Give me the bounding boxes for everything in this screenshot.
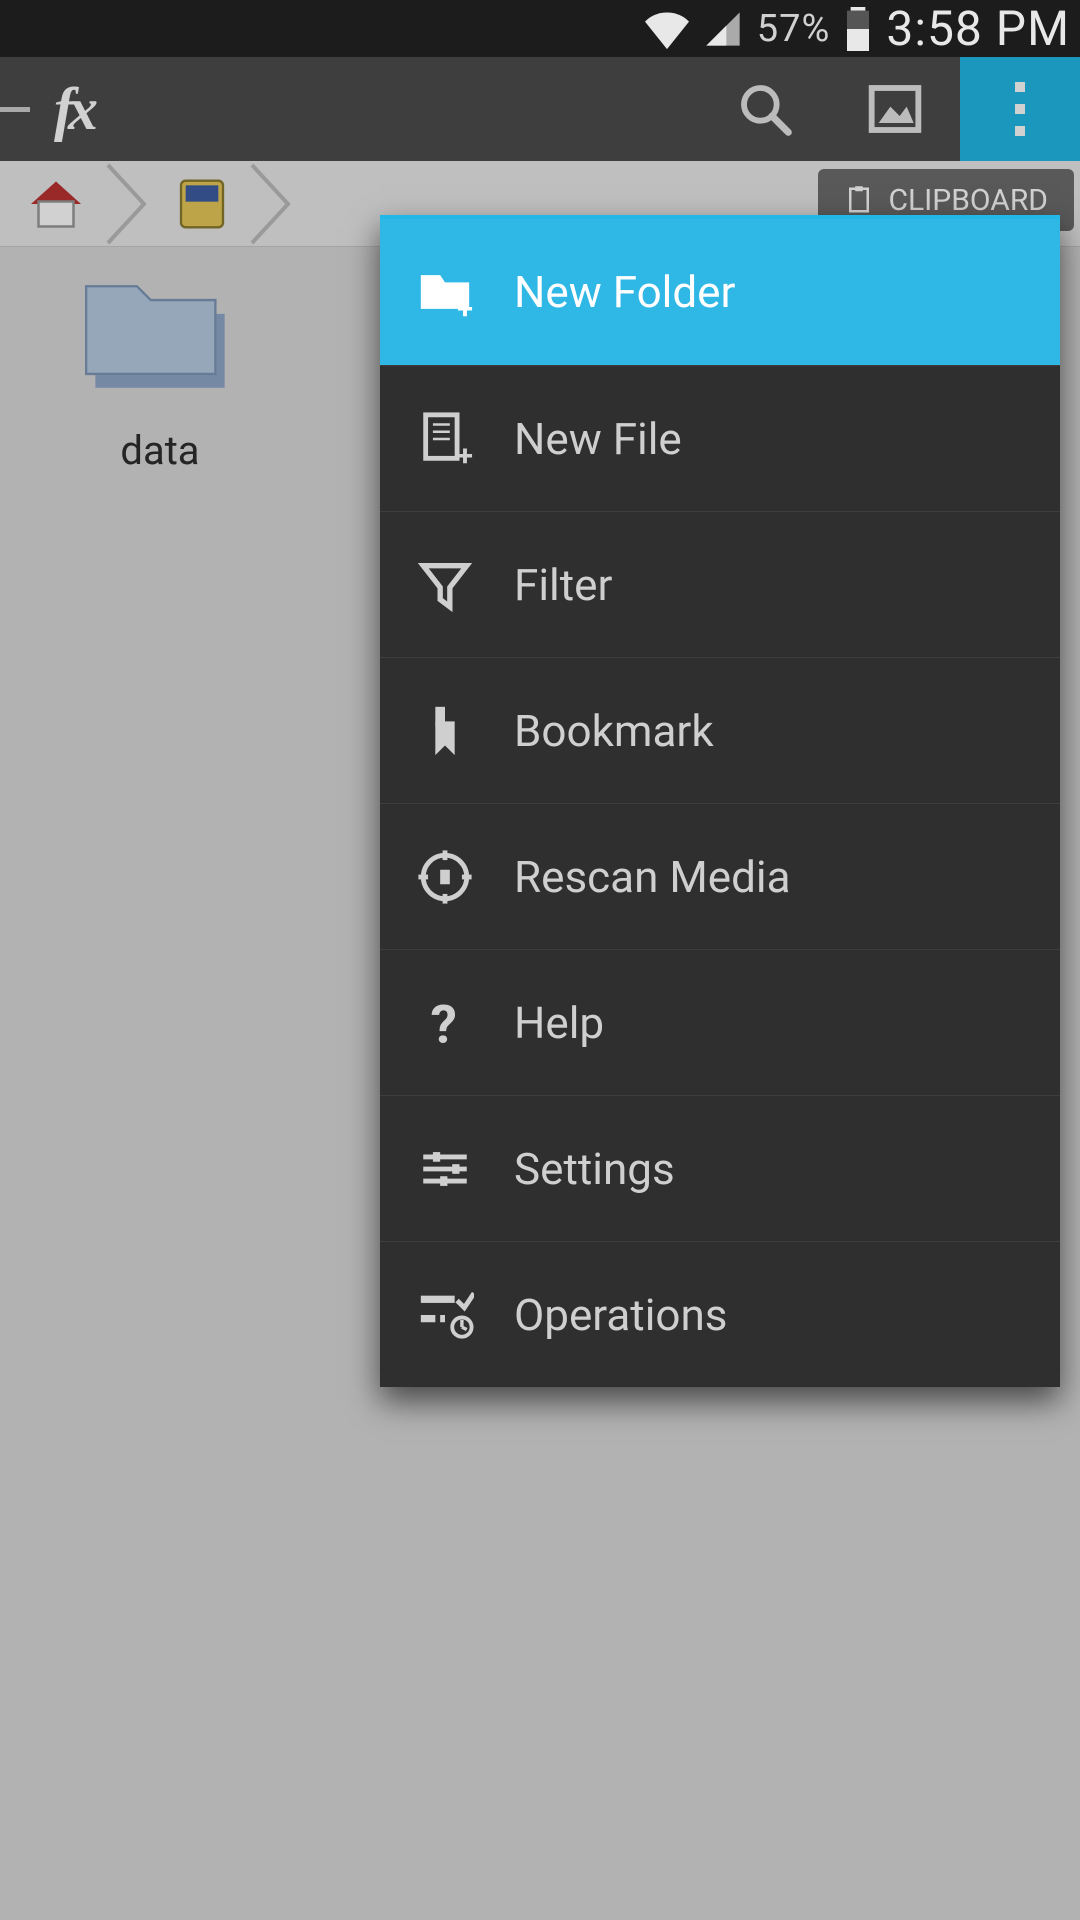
rescan-icon xyxy=(410,848,480,906)
wifi-icon xyxy=(645,7,689,51)
svg-text:?: ? xyxy=(431,994,457,1052)
menu-rescan-media[interactable]: Rescan Media xyxy=(380,803,1060,949)
folder-plus-icon: + xyxy=(410,263,480,321)
filter-icon xyxy=(410,556,480,614)
file-plus-icon: + xyxy=(410,410,480,468)
menu-new-folder[interactable]: + New Folder xyxy=(380,219,1060,365)
menu-help[interactable]: ? Help xyxy=(380,949,1060,1095)
menu-item-label: New Folder xyxy=(514,266,735,318)
menu-item-label: Operations xyxy=(514,1289,728,1341)
overflow-menu: + New Folder + New File Filter Bookmark xyxy=(380,215,1060,1387)
operations-icon xyxy=(410,1286,480,1344)
bookmark-icon xyxy=(410,702,480,760)
help-icon: ? xyxy=(410,994,480,1052)
menu-new-file[interactable]: + New File xyxy=(380,365,1060,511)
menu-bookmark[interactable]: Bookmark xyxy=(380,657,1060,803)
menu-item-label: Settings xyxy=(514,1143,675,1195)
clock: 3:58 PM xyxy=(886,0,1070,57)
battery-icon xyxy=(844,7,872,51)
menu-item-label: New File xyxy=(514,413,682,465)
battery-percent: 57% xyxy=(757,7,831,51)
screen: { "status": { "battery_pct": "57%", "clo… xyxy=(0,0,1080,1920)
menu-operations[interactable]: Operations xyxy=(380,1241,1060,1387)
svg-text:+: + xyxy=(457,439,473,467)
menu-item-label: Bookmark xyxy=(514,705,714,757)
menu-settings[interactable]: Settings xyxy=(380,1095,1060,1241)
signal-icon xyxy=(703,9,743,49)
status-bar: 57% 3:58 PM xyxy=(0,0,1080,57)
menu-item-label: Filter xyxy=(514,559,612,611)
svg-text:+: + xyxy=(457,293,473,321)
menu-item-label: Help xyxy=(514,997,604,1049)
menu-filter[interactable]: Filter xyxy=(380,511,1060,657)
menu-item-label: Rescan Media xyxy=(514,851,791,903)
settings-icon xyxy=(410,1140,480,1198)
